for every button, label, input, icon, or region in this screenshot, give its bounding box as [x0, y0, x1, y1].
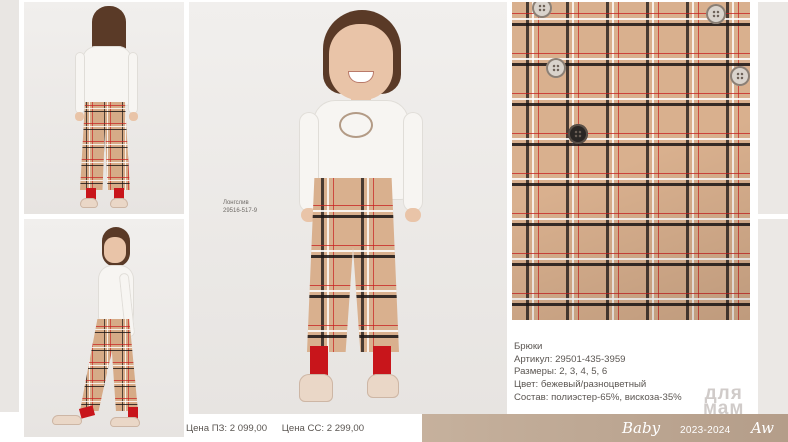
price-pz: Цена ПЗ: 2 099,00 [186, 423, 268, 434]
button-closeup-icon [730, 66, 750, 86]
price-row: Цена ПЗ: 2 099,00 Цена СС: 2 299,00 [186, 423, 364, 434]
lonsleeve-caption-name: Лонгслив [223, 200, 249, 206]
button-closeup-icon [546, 58, 566, 78]
product-article: Артикул: 29501-435-3959 [514, 353, 626, 365]
button-closeup-icon [706, 4, 726, 24]
product-composition: Состав: полиэстер-65%, вискоза-35% [514, 391, 682, 403]
left-edge-strip [0, 0, 19, 412]
season-label: 2023-2024 [680, 425, 731, 436]
lonsleeve-caption: Лонгслив 29516-517-9 [34, 199, 257, 215]
photo-fabric-closeup [512, 2, 750, 320]
lonsleeve-caption-article: 29516-517-9 [223, 208, 258, 214]
product-name: Брюки [514, 341, 543, 352]
collection-logo: Aw [751, 419, 774, 437]
product-color: Цвет: бежевый/разноцветный [514, 379, 647, 391]
right-edge-strip-bottom [758, 219, 788, 431]
button-closeup-icon [568, 124, 588, 144]
bear-print-icon [339, 112, 373, 138]
product-sizes: Размеры: 2, 3, 4, 5, 6 [514, 366, 608, 378]
watermark-line2: мам [703, 398, 745, 419]
right-edge-strip-top [758, 2, 788, 214]
photo-back-view [24, 2, 184, 214]
brand-logo-baby: Baby [622, 419, 661, 437]
watermark: для мам [703, 384, 745, 419]
photo-side-view [24, 219, 184, 437]
price-ss: Цена СС: 2 299,00 [281, 423, 365, 434]
product-description: Брюки Артикул: 29501-435-3959 Размеры: 2… [514, 341, 682, 405]
